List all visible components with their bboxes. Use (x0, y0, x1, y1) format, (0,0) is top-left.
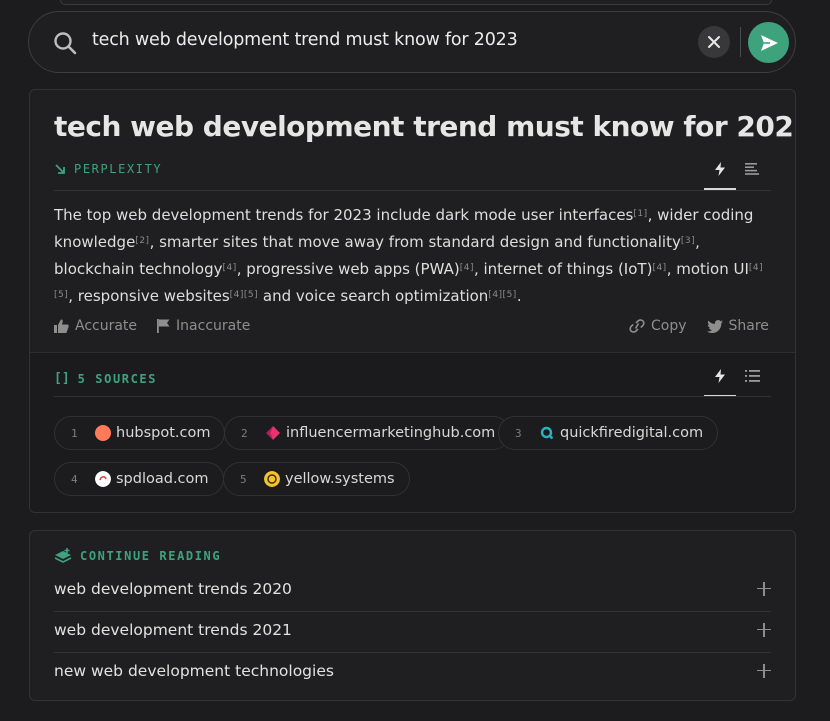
answer-segment: , smarter sites that move away from stan… (149, 233, 681, 251)
search-divider (740, 27, 741, 57)
source-domain: spdload.com (116, 471, 209, 487)
continue-reading-item[interactable]: web development trends 2021 (54, 609, 771, 650)
answer-title: tech web development trend must know for… (54, 110, 796, 143)
citation[interactable]: [4][5] (488, 290, 517, 300)
answer-segment: , motion UI (666, 260, 749, 278)
answer-segment: . (516, 287, 522, 305)
accurate-button[interactable]: Accurate (54, 318, 137, 334)
source-number: 3 (515, 426, 522, 440)
answer-view-tabs (704, 156, 768, 190)
answer-card: tech web development trend must know for… (29, 89, 796, 513)
clear-search-button[interactable] (698, 26, 730, 58)
source-number: 1 (71, 426, 78, 440)
continue-reading-label: CONTINUE READING (54, 548, 221, 564)
answer-text: The top web development trends for 2023 … (54, 201, 774, 309)
sources-section: [] 5 SOURCES 1 hubspot.com 2 influencerm… (30, 352, 795, 512)
source-chip[interactable]: 4 spdload.com (54, 462, 224, 496)
text-lines-icon (745, 163, 759, 175)
answer-segment: The top web development trends for 2023 … (54, 206, 634, 224)
share-button[interactable]: Share (706, 318, 769, 334)
continue-reading-label-text: CONTINUE READING (80, 549, 222, 563)
plus-icon[interactable] (757, 581, 771, 596)
list-icon (744, 370, 760, 382)
source-number: 2 (241, 426, 248, 440)
citation[interactable]: [4] (460, 263, 474, 273)
source-chip[interactable]: 3 quickfiredigital.com (498, 416, 719, 450)
influencermarketinghub-favicon-icon (266, 426, 280, 440)
thumbs-up-icon (54, 319, 69, 333)
share-actions: Copy Share (629, 318, 769, 334)
source-domain: influencermarketinghub.com (286, 425, 496, 441)
plus-icon[interactable] (757, 663, 771, 678)
citation[interactable]: [4] (652, 263, 666, 273)
perplexity-label-text: PERPLEXITY (74, 162, 163, 176)
search-bar[interactable]: tech web development trend must know for… (28, 11, 796, 73)
tab-quick-answer[interactable] (704, 156, 736, 190)
tab-detailed-answer[interactable] (736, 156, 768, 182)
send-icon (760, 34, 778, 51)
continue-reading-item-label: new web development technologies (54, 661, 334, 680)
submit-search-button[interactable] (748, 22, 789, 63)
yellow-systems-favicon-icon (264, 471, 280, 487)
continue-reading-item-label: web development trends 2020 (54, 579, 292, 598)
continue-reading-item-label: web development trends 2021 (54, 620, 292, 639)
perplexity-label: PERPLEXITY (54, 162, 162, 176)
answer-segment: , responsive websites (68, 287, 230, 305)
feedback-actions: Accurate Inaccurate (54, 318, 250, 334)
sources-view-tabs (704, 363, 768, 397)
citation[interactable]: [4] (222, 263, 236, 273)
answer-divider (54, 190, 771, 191)
citation[interactable]: [2] (135, 236, 149, 246)
search-input[interactable]: tech web development trend must know for… (92, 30, 518, 50)
answer-segment: and voice search optimization (258, 287, 489, 305)
inaccurate-label: Inaccurate (176, 318, 251, 334)
brackets-icon: [] (54, 371, 70, 386)
search-icon (54, 32, 77, 55)
link-icon (629, 319, 645, 333)
inaccurate-button[interactable]: Inaccurate (157, 318, 250, 334)
source-chip[interactable]: 5 yellow.systems (223, 462, 410, 496)
source-chip[interactable]: 1 hubspot.com (54, 416, 226, 450)
sources-divider (54, 396, 771, 397)
quickfiredigital-favicon-icon (540, 426, 554, 440)
copy-button[interactable]: Copy (629, 318, 687, 334)
bolt-icon (715, 162, 725, 176)
continue-reading-card: CONTINUE READING web development trends … (29, 530, 796, 701)
source-chip[interactable]: 2 influencermarketinghub.com (224, 416, 511, 450)
continue-reading-item[interactable]: new web development technologies (54, 650, 771, 691)
bolt-icon (715, 369, 725, 383)
twitter-icon (706, 319, 723, 333)
tab-sources-list[interactable] (736, 363, 768, 389)
close-icon (708, 36, 720, 48)
source-number: 5 (240, 472, 247, 486)
citation[interactable]: [4][5] (230, 290, 259, 300)
layers-icon (54, 548, 72, 563)
citation[interactable]: [1] (633, 209, 647, 219)
source-domain: yellow.systems (285, 471, 395, 487)
copy-label: Copy (651, 318, 687, 334)
previous-card-edge (60, 0, 772, 5)
answer-segment: , progressive web apps (PWA) (236, 260, 460, 278)
source-domain: hubspot.com (116, 425, 211, 441)
tab-sources-compact[interactable] (704, 363, 736, 397)
spdload-favicon-icon (95, 471, 111, 487)
sources-label: [] 5 SOURCES (54, 371, 157, 386)
answer-segment: , internet of things (IoT) (473, 260, 653, 278)
plus-icon[interactable] (757, 622, 771, 637)
source-number: 4 (71, 472, 78, 486)
arrow-down-right-icon (55, 164, 65, 174)
accurate-label: Accurate (75, 318, 138, 334)
source-domain: quickfiredigital.com (560, 425, 704, 441)
sources-label-text: 5 SOURCES (77, 371, 158, 386)
share-label: Share (728, 318, 769, 334)
flag-icon (157, 319, 170, 333)
continue-reading-item[interactable]: web development trends 2020 (54, 568, 771, 609)
hubspot-favicon-icon (95, 425, 111, 441)
citation[interactable]: [3] (681, 236, 695, 246)
